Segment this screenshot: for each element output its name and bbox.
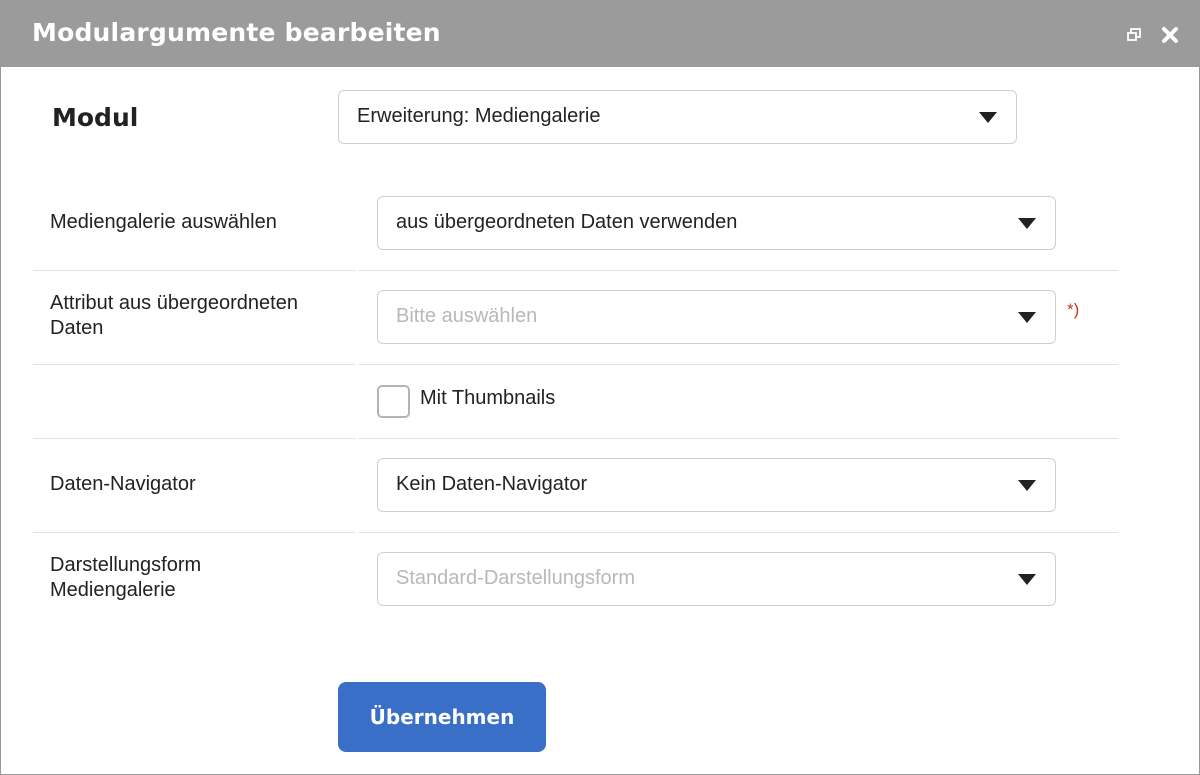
chevron-down-icon: [1018, 218, 1036, 229]
chevron-down-icon: [979, 112, 997, 123]
data-navigator-value: Kein Daten-Navigator: [396, 473, 588, 495]
gallery-select-value: aus übergeordneten Daten verwenden: [396, 211, 738, 233]
required-marker: *): [1067, 300, 1080, 319]
thumbnails-checkbox[interactable]: [377, 385, 410, 418]
display-form-select[interactable]: Standard-Darstellungsform: [377, 552, 1056, 606]
restore-window-icon[interactable]: [1125, 26, 1143, 44]
gallery-select[interactable]: aus übergeordneten Daten verwenden: [377, 196, 1056, 250]
row-divider: [33, 438, 355, 439]
row-divider: [359, 438, 1118, 439]
row-divider: [359, 270, 1118, 271]
chevron-down-icon: [1018, 574, 1036, 585]
module-select-value: Erweiterung: Mediengalerie: [357, 105, 601, 127]
data-navigator-select[interactable]: Kein Daten-Navigator: [377, 458, 1056, 512]
data-navigator-label: Daten-Navigator: [50, 473, 196, 495]
parent-attribute-label: Attribut aus übergeordneten Daten: [50, 292, 298, 339]
row-divider: [33, 364, 355, 365]
chevron-down-icon: [1018, 312, 1036, 323]
row-divider: [33, 270, 355, 271]
module-label: Modul: [52, 103, 139, 132]
parent-attribute-placeholder: Bitte auswählen: [396, 305, 538, 327]
row-divider: [359, 532, 1118, 533]
thumbnails-checkbox-label[interactable]: Mit Thumbnails: [420, 387, 555, 410]
module-select[interactable]: Erweiterung: Mediengalerie: [338, 90, 1017, 144]
row-divider: [33, 532, 355, 533]
chevron-down-icon: [1018, 480, 1036, 491]
apply-button[interactable]: Übernehmen: [338, 682, 546, 752]
row-divider: [359, 364, 1118, 365]
dialog-title: Modulargumente bearbeiten: [32, 18, 441, 47]
display-form-placeholder: Standard-Darstellungsform: [396, 567, 635, 589]
module-arguments-dialog: Modulargumente bearbeiten Modul Erweiter…: [0, 0, 1200, 775]
dialog-titlebar: Modulargumente bearbeiten: [1, 1, 1199, 67]
close-icon[interactable]: [1161, 26, 1179, 44]
parent-attribute-select[interactable]: Bitte auswählen: [377, 290, 1056, 344]
gallery-select-label: Mediengalerie auswählen: [50, 211, 277, 233]
display-form-label: Darstellungsform Mediengalerie: [50, 554, 202, 601]
